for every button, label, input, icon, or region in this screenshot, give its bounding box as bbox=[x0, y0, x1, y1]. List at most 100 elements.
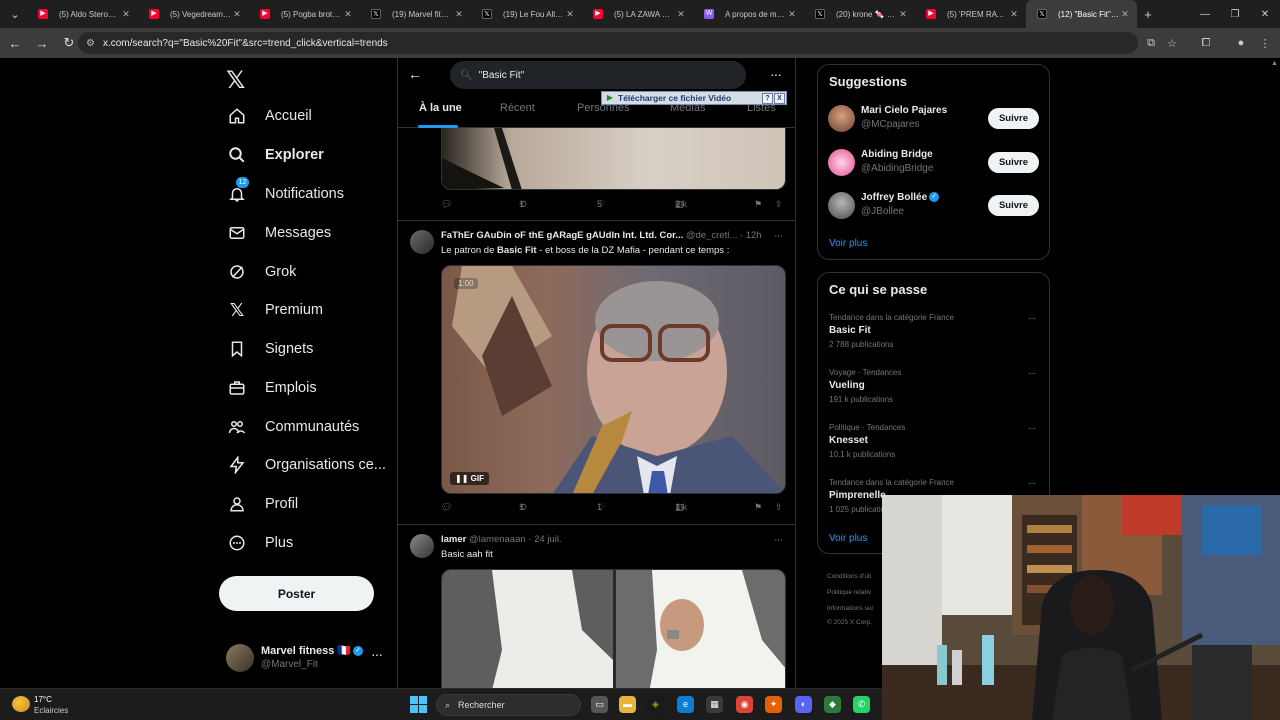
close-icon[interactable]: ✕ bbox=[342, 9, 354, 20]
follow-button[interactable]: Suivre bbox=[988, 152, 1039, 173]
nav-item-organisations[interactable]: Organisations ce... bbox=[218, 446, 393, 484]
tab-search-icon[interactable]: ⌄ bbox=[3, 4, 27, 24]
x-logo-icon[interactable]: 𝕏 bbox=[226, 66, 245, 95]
suggestion-item[interactable]: Mari Cielo Pajares @MCpajares Suivre bbox=[828, 103, 1042, 133]
minimize-icon[interactable]: — bbox=[1190, 0, 1220, 28]
footer-link[interactable]: Politique relativ bbox=[827, 589, 871, 596]
post-button[interactable]: Poster bbox=[219, 576, 374, 611]
author-name[interactable]: FaThEr GAuDin oF thE gARagE gAUdIn Int. … bbox=[441, 230, 683, 241]
nvidia-icon[interactable]: ◈ bbox=[647, 696, 664, 713]
windows-start-icon[interactable] bbox=[410, 696, 427, 713]
more-icon[interactable]: ··· bbox=[1028, 423, 1036, 434]
author-handle[interactable]: @lamenaaan bbox=[469, 534, 526, 545]
firefox-icon[interactable]: ✦ bbox=[765, 696, 782, 713]
tab-a-la-une[interactable]: À la une bbox=[419, 102, 462, 114]
reply-icon[interactable]: 💬︎ bbox=[441, 502, 452, 513]
bookmark-icon[interactable]: ⚑ bbox=[754, 199, 762, 210]
help-button[interactable]: ? bbox=[762, 92, 773, 104]
discord-icon[interactable]: ◐ bbox=[795, 696, 812, 713]
store-icon[interactable]: ▦ bbox=[706, 696, 723, 713]
close-icon[interactable]: ✕ bbox=[897, 9, 909, 20]
new-tab-icon[interactable]: + bbox=[1137, 7, 1159, 22]
share-icon[interactable]: ⇪ bbox=[775, 199, 783, 210]
browser-tab[interactable]: 𝕏 (20) krone 🍬 sur ✕ bbox=[804, 0, 915, 28]
browser-tab[interactable]: ▶ (5) Vegedream, D ✕ bbox=[138, 0, 249, 28]
nav-item-communautes[interactable]: Communautés bbox=[218, 408, 393, 446]
tweet-time[interactable]: 12h bbox=[746, 230, 762, 241]
back-icon[interactable]: ← bbox=[3, 31, 27, 55]
show-more-link[interactable]: Voir plus bbox=[829, 238, 867, 249]
avatar[interactable] bbox=[410, 230, 434, 254]
share-icon[interactable]: ⇪ bbox=[775, 502, 783, 513]
search-input[interactable]: 🔍︎ "Basic Fit" bbox=[450, 61, 746, 89]
close-overlay-button[interactable]: X bbox=[774, 92, 785, 104]
suggestion-item[interactable]: Joffrey Bollée ✓ @JBollee Suivre bbox=[828, 190, 1042, 220]
nav-item-signets[interactable]: Signets bbox=[218, 330, 393, 368]
window-close-icon[interactable]: ✕ bbox=[1250, 0, 1280, 28]
nav-item-notifications[interactable]: 12 Notifications bbox=[218, 175, 393, 213]
browser-tab[interactable]: 𝕏 (19) Le Fou Allié (✕ bbox=[471, 0, 582, 28]
file-explorer-icon[interactable]: ▬ bbox=[619, 696, 636, 713]
video-download-overlay[interactable]: ▶ Télécharger ce fichier Vidéo ? X bbox=[601, 91, 787, 105]
trend-item[interactable]: Politique · Tendances Knesset 10,1 k pub… bbox=[829, 423, 1041, 467]
weather-widget[interactable]: 17°C Eclaircies bbox=[12, 693, 92, 717]
more-icon[interactable]: ··· bbox=[774, 230, 783, 242]
extensions-icon[interactable]: ⧠ bbox=[1197, 34, 1215, 52]
restore-icon[interactable]: ❐ bbox=[1220, 0, 1250, 28]
browser-tab[interactable]: 𝕏 (19) Marvel fitnes ✕ bbox=[360, 0, 471, 28]
whatsapp-icon[interactable]: ✆ bbox=[853, 696, 870, 713]
browser-tab[interactable]: ▶ (5) Pogba brother ✕ bbox=[249, 0, 360, 28]
suggestion-item[interactable]: Abiding Bridge @AbidingBridge Suivre bbox=[828, 147, 1042, 177]
app-icon[interactable]: ◆ bbox=[824, 696, 841, 713]
more-icon[interactable]: ··· bbox=[774, 534, 783, 546]
profile-icon[interactable]: ● bbox=[1232, 34, 1250, 52]
browser-tab[interactable]: ▶ (5) 'PREM RATAN ✕ bbox=[915, 0, 1026, 28]
nav-item-premium[interactable]: 𝕏 Premium bbox=[218, 291, 393, 329]
tweet-time[interactable]: 24 juil. bbox=[534, 534, 561, 545]
tweet-media-image[interactable] bbox=[441, 128, 786, 190]
close-icon[interactable]: ✕ bbox=[675, 9, 687, 20]
nav-item-plus[interactable]: Plus bbox=[218, 524, 393, 562]
close-icon[interactable]: ✕ bbox=[1119, 9, 1131, 20]
more-icon[interactable]: ··· bbox=[1028, 368, 1036, 379]
tweet-video[interactable]: 1:00 ❚❚ GIF bbox=[441, 265, 786, 494]
browser-tab[interactable]: ▶ (5) Aldo Sterone - ✕ bbox=[27, 0, 138, 28]
more-icon[interactable]: ··· bbox=[770, 66, 782, 82]
reply-icon[interactable]: 💬︎ bbox=[441, 199, 452, 210]
site-info-icon[interactable]: ⚙ bbox=[86, 38, 95, 49]
gif-controls[interactable]: ❚❚ GIF bbox=[450, 472, 489, 485]
close-icon[interactable]: ✕ bbox=[231, 9, 243, 20]
nav-item-accueil[interactable]: Accueil bbox=[218, 97, 393, 135]
nav-item-grok[interactable]: Grok bbox=[218, 253, 393, 291]
author-handle[interactable]: @de_cretl... bbox=[686, 230, 737, 241]
bookmark-icon[interactable]: ⚑ bbox=[754, 502, 762, 513]
more-icon[interactable]: ··· bbox=[371, 646, 383, 662]
forward-icon[interactable]: → bbox=[30, 31, 54, 55]
close-icon[interactable]: ✕ bbox=[786, 9, 798, 20]
show-more-link[interactable]: Voir plus bbox=[829, 533, 867, 544]
follow-button[interactable]: Suivre bbox=[988, 195, 1039, 216]
close-icon[interactable]: ✕ bbox=[564, 9, 576, 20]
browser-tab[interactable]: ▶ (5) LA ZAWA PRO ✕ bbox=[582, 0, 693, 28]
more-icon[interactable]: ··· bbox=[1028, 478, 1036, 489]
browser-menu-icon[interactable]: ⋮ bbox=[1256, 34, 1274, 52]
tweet[interactable]: FaThEr GAuDin oF thE gARagE gAUdIn Int. … bbox=[398, 221, 795, 525]
avatar[interactable] bbox=[410, 534, 434, 558]
edge-icon[interactable]: e bbox=[677, 696, 694, 713]
install-app-icon[interactable]: ⧉ bbox=[1142, 34, 1160, 52]
browser-tab-active[interactable]: 𝕏 (12) "Basic Fit" - R ✕ bbox=[1026, 0, 1137, 28]
nav-item-messages[interactable]: Messages bbox=[218, 214, 393, 252]
author-name[interactable]: lamer bbox=[441, 534, 466, 545]
follow-button[interactable]: Suivre bbox=[988, 108, 1039, 129]
close-icon[interactable]: ✕ bbox=[453, 9, 465, 20]
browser-tab[interactable]: W A propos de ma v ✕ bbox=[693, 0, 804, 28]
taskbar-search[interactable]: ⌕ Rechercher bbox=[436, 694, 581, 716]
nav-item-explorer[interactable]: Explorer bbox=[218, 136, 393, 174]
footer-link[interactable]: Conditions d'uti bbox=[827, 573, 871, 580]
account-switcher[interactable]: Marvel fitness 🇫🇷 ✓ @Marvel_Fit ··· bbox=[223, 640, 393, 678]
footer-link[interactable]: Informations sur bbox=[827, 605, 874, 612]
more-icon[interactable]: ··· bbox=[1028, 313, 1036, 324]
close-icon[interactable]: ✕ bbox=[120, 9, 132, 20]
scrollbar-up-icon[interactable]: ▲ bbox=[1271, 60, 1278, 74]
bookmark-star-icon[interactable]: ☆ bbox=[1163, 34, 1181, 52]
